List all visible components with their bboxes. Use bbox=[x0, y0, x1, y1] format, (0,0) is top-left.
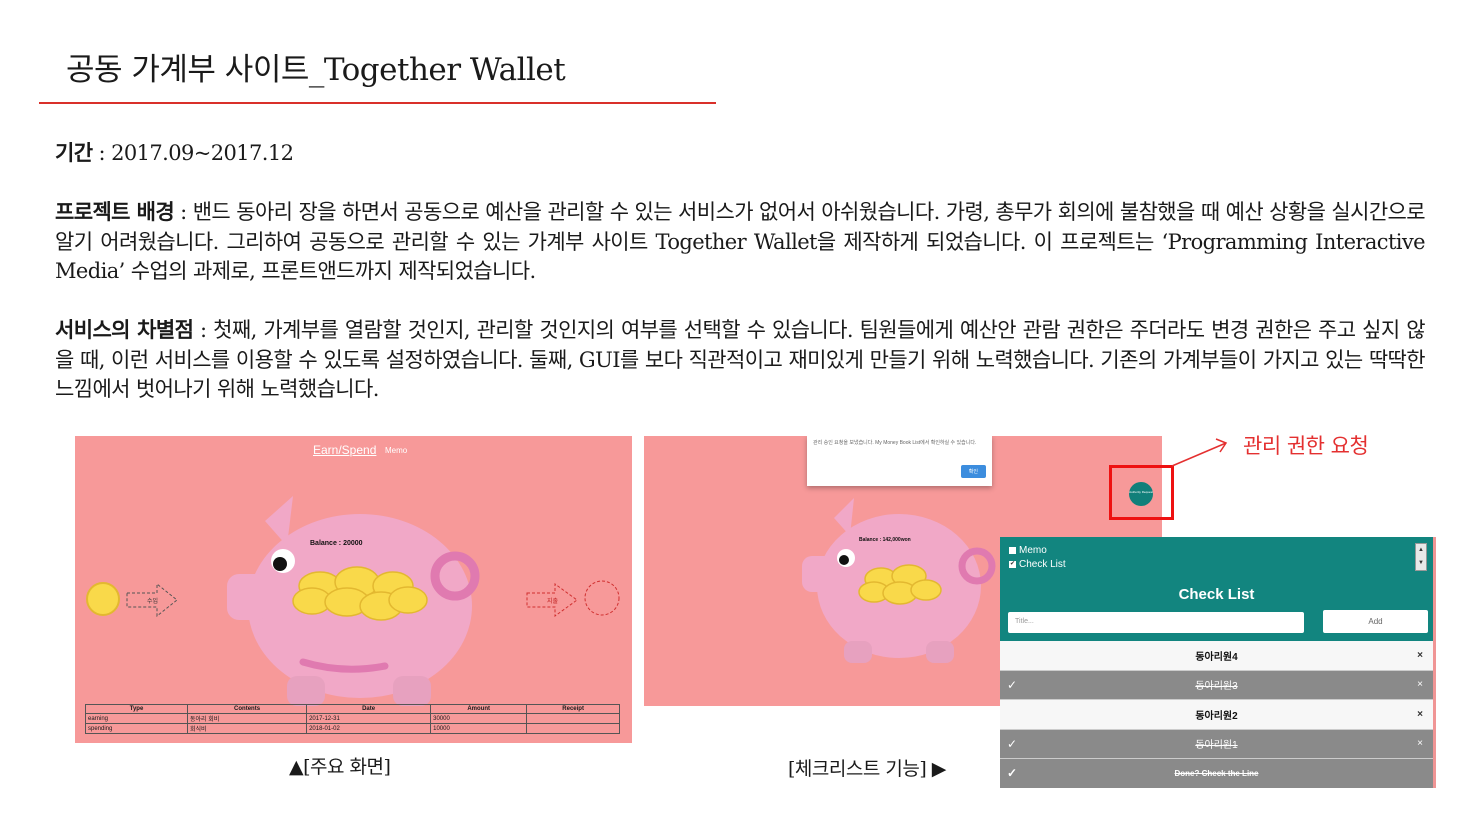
income-coin-icon bbox=[86, 582, 120, 616]
add-button[interactable]: Add bbox=[1323, 610, 1428, 633]
cell-type: spending bbox=[85, 723, 188, 734]
list-item-text: 동아리원3 bbox=[1195, 681, 1238, 693]
checklist-checkbox[interactable]: ✔ bbox=[1009, 561, 1016, 568]
table-row[interactable]: spending 회식비 2018-01-02 10000 bbox=[85, 723, 620, 734]
cell-contents: 동아리 회비 bbox=[186, 713, 308, 724]
list-item[interactable]: ✓ Done? Check the Line bbox=[1000, 759, 1433, 788]
option-memo-label: Memo bbox=[1019, 545, 1047, 556]
option-checklist[interactable]: ✔ Check List bbox=[1009, 559, 1066, 570]
request-annotation-label: 관리 권한 요청 bbox=[1243, 434, 1369, 458]
expense-coin-outline-icon bbox=[584, 580, 620, 616]
close-icon[interactable]: × bbox=[1417, 679, 1423, 690]
table-row[interactable]: earning 동아리 회비 2017-12-31 30000 bbox=[85, 713, 620, 724]
list-item-text: 동아리원1 bbox=[1195, 740, 1238, 752]
scroll-spinner[interactable]: ▲ ▼ bbox=[1415, 543, 1427, 571]
income-arrow-label: 수입 bbox=[147, 597, 158, 605]
list-item[interactable]: 동아리원4 × bbox=[1000, 641, 1433, 671]
period-label: 기간 bbox=[55, 140, 93, 165]
col-amount: Amount bbox=[430, 704, 528, 714]
close-icon[interactable]: × bbox=[1417, 650, 1423, 661]
main-screen-caption: ▲[주요 화면] bbox=[289, 756, 391, 778]
check-icon: ✓ bbox=[1007, 736, 1018, 751]
transaction-table: Type Contents Date Amount Receipt earnin… bbox=[85, 704, 620, 734]
background-paragraph: 프로젝트 배경 : 밴드 동아리 장을 하면서 공동으로 예산을 관리할 수 있… bbox=[55, 197, 1426, 287]
list-item[interactable]: 동아리원2 × bbox=[1000, 700, 1433, 730]
differentiation-label: 서비스의 차별점 bbox=[55, 317, 194, 342]
option-memo[interactable]: Memo bbox=[1009, 545, 1047, 556]
background-label: 프로젝트 배경 bbox=[55, 199, 175, 224]
cell-date: 2017-12-31 bbox=[306, 713, 432, 724]
cell-receipt bbox=[526, 713, 620, 724]
check-icon: ✓ bbox=[1007, 766, 1018, 781]
piggy-bank-illustration: 수입 지출 bbox=[86, 496, 620, 706]
period-value: : 2017.09~2017.12 bbox=[92, 141, 294, 165]
page-title: 공동 가계부 사이트_Together Wallet bbox=[66, 52, 566, 88]
annotation-arrow-icon bbox=[1171, 438, 1228, 467]
list-item-text: 동아리원4 bbox=[1195, 651, 1238, 663]
cell-amount: 10000 bbox=[430, 723, 528, 734]
checklist-caption: [체크리스트 기능] ▶ bbox=[788, 758, 946, 780]
expense-arrow-label: 지출 bbox=[547, 597, 559, 605]
main-screen-screenshot: Earn/Spend Memo 수입 지출 Balance : 20000 Ty… bbox=[75, 436, 632, 743]
table-header-row: Type Contents Date Amount Receipt bbox=[85, 704, 620, 714]
checklist-screenshot: Memo ✔ Check List ▲ ▼ Check List Title...… bbox=[1000, 537, 1436, 788]
checklist-header: Memo ✔ Check List ▲ ▼ Check List Title...… bbox=[1000, 537, 1433, 641]
memo-checkbox[interactable] bbox=[1009, 547, 1016, 554]
col-contents: Contents bbox=[186, 704, 308, 714]
checklist-title: Check List bbox=[1178, 586, 1255, 603]
list-item[interactable]: ✓ 동아리원1 × bbox=[1000, 729, 1433, 759]
differentiation-text: : 첫째, 가계부를 열람할 것인지, 관리할 것인지의 여부를 선택할 수 있… bbox=[55, 318, 1426, 401]
balance-text: Balance : 20000 bbox=[310, 540, 363, 547]
cell-amount: 30000 bbox=[430, 713, 528, 724]
background-text: : 밴드 동아리 장을 하면서 공동으로 예산을 관리할 수 있는 서비스가 없… bbox=[55, 200, 1426, 283]
balance-text-2: Balance : 142,000won bbox=[859, 537, 911, 543]
close-icon[interactable]: × bbox=[1417, 738, 1423, 749]
option-checklist-label: Check List bbox=[1019, 559, 1066, 570]
col-type: Type bbox=[85, 704, 188, 714]
list-item[interactable]: ✓ 동아리원3 × bbox=[1000, 670, 1433, 700]
col-receipt: Receipt bbox=[526, 704, 620, 714]
cell-receipt bbox=[526, 723, 620, 734]
cell-contents: 회식비 bbox=[186, 723, 308, 734]
close-icon[interactable]: × bbox=[1417, 709, 1423, 720]
cell-type: earning bbox=[85, 713, 188, 724]
list-item-text: 동아리원2 bbox=[1195, 710, 1238, 722]
check-icon: ✓ bbox=[1007, 677, 1018, 692]
title-input[interactable]: Title... bbox=[1008, 612, 1304, 633]
period-paragraph: 기간 : 2017.09~2017.12 bbox=[55, 138, 1425, 169]
title-underline bbox=[39, 102, 716, 104]
col-date: Date bbox=[306, 704, 432, 714]
cell-date: 2018-01-02 bbox=[306, 723, 432, 734]
list-item-text: Done? Check the Line bbox=[1174, 768, 1259, 778]
differentiation-paragraph: 서비스의 차별점 : 첫째, 가계부를 열람할 것인지, 관리할 것인지의 여부… bbox=[55, 315, 1426, 405]
